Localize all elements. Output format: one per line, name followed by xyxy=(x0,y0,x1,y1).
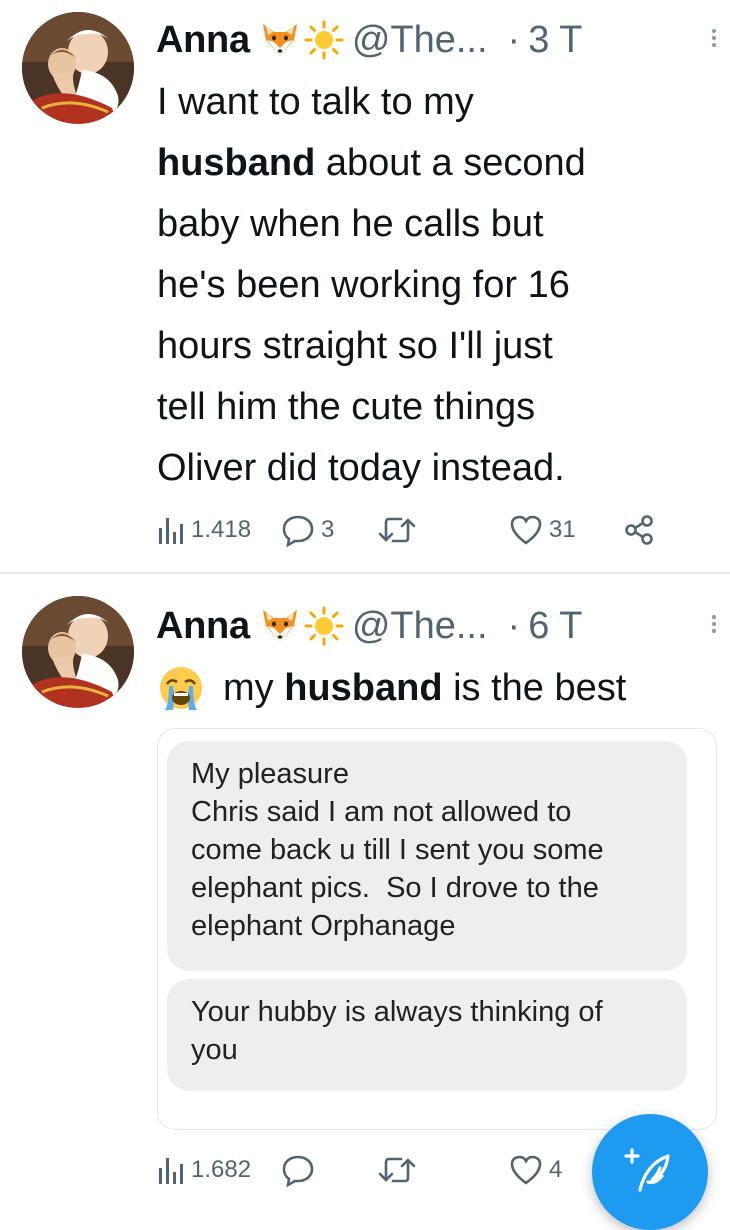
bar-chart-icon xyxy=(159,1158,183,1184)
views-count: 1.682 xyxy=(191,1156,252,1183)
tweet-text-line: he's been working for 16 xyxy=(157,264,570,306)
tweet-text-line: husband about a second xyxy=(157,133,717,194)
tweet-text: my husband is the best xyxy=(157,662,626,714)
avatar-image xyxy=(22,596,134,708)
more-options-icon[interactable] xyxy=(710,26,718,54)
message-bubble: Your hubby is always thinking of you xyxy=(167,979,687,1091)
text-fragment: about a second xyxy=(315,142,586,184)
avatar[interactable] xyxy=(22,12,134,124)
message-line: come back u till I sent you some xyxy=(191,834,604,866)
views-button[interactable]: 1.418 xyxy=(157,510,251,550)
like-button[interactable]: 4 xyxy=(509,1150,562,1190)
heart-icon xyxy=(510,515,542,545)
handle[interactable]: @The... xyxy=(352,605,488,648)
share-button[interactable] xyxy=(623,510,655,550)
retweet-button[interactable] xyxy=(377,1150,423,1190)
avatar-image xyxy=(22,12,134,124)
reply-button[interactable]: 3 xyxy=(281,510,334,550)
tweet-header: Anna @The... · 6 T xyxy=(156,600,582,652)
text-fragment: is the best xyxy=(442,666,627,709)
message-bubble: My pleasure Chris said I am not allowed … xyxy=(167,741,687,971)
text-fragment: my xyxy=(223,666,285,709)
tweet-2[interactable]: Anna @The... · 6 T my husband is the bes… xyxy=(0,574,730,1230)
fox-emoji-icon xyxy=(260,606,300,646)
message-line: Chris said I am not allowed to xyxy=(191,796,572,828)
tweet-text: I want to talk to my husband about a sec… xyxy=(157,72,717,499)
tweet-text-line: hours straight so I'll just xyxy=(157,325,553,367)
handle[interactable]: @The... xyxy=(352,19,488,62)
sun-emoji-icon xyxy=(304,20,344,60)
fox-emoji-icon xyxy=(260,20,300,60)
speech-bubble-icon xyxy=(282,1155,314,1187)
feather-plus-icon xyxy=(624,1148,670,1192)
bold-word: husband xyxy=(284,666,443,709)
views-count: 1.418 xyxy=(191,516,252,543)
tweet-header: Anna @The... · 3 T xyxy=(156,14,582,66)
share-icon xyxy=(625,515,653,545)
avatar[interactable] xyxy=(22,596,134,708)
tweet-text-line: I want to talk to my xyxy=(157,81,474,123)
message-line: elephant Orphanage xyxy=(191,910,456,942)
message-line: you xyxy=(191,1034,238,1066)
separator-dot: · xyxy=(507,604,521,647)
retweet-icon xyxy=(378,1157,416,1183)
views-button[interactable]: 1.682 xyxy=(157,1150,251,1190)
message-line: Your hubby is always thinking of xyxy=(191,996,603,1028)
attached-image[interactable]: My pleasure Chris said I am not allowed … xyxy=(157,728,717,1130)
tweet-text-line: baby when he calls but xyxy=(157,203,544,245)
reply-count: 3 xyxy=(321,516,335,543)
message-line: My pleasure xyxy=(191,758,349,790)
heart-icon xyxy=(510,1155,542,1185)
retweet-button[interactable] xyxy=(377,510,423,550)
timestamp[interactable]: 6 T xyxy=(528,605,582,648)
retweet-icon xyxy=(378,517,416,543)
tweet-text-line: tell him the cute things xyxy=(157,386,536,428)
tweet-text-line: Oliver did today instead. xyxy=(157,447,565,489)
message-line: elephant pics. So I drove to the xyxy=(191,872,599,904)
tweet-1[interactable]: Anna @The... · 3 T I want to talk to my … xyxy=(0,0,730,572)
compose-tweet-button[interactable] xyxy=(592,1114,708,1230)
sun-emoji-icon xyxy=(304,606,344,646)
more-options-icon[interactable] xyxy=(710,612,718,640)
reply-button[interactable] xyxy=(281,1150,321,1190)
like-count: 4 xyxy=(549,1156,563,1183)
loudly-crying-face-icon xyxy=(157,664,205,712)
separator-dot: · xyxy=(507,18,521,61)
timestamp[interactable]: 3 T xyxy=(528,19,582,62)
like-count: 31 xyxy=(549,516,576,543)
bar-chart-icon xyxy=(159,518,183,544)
speech-bubble-icon xyxy=(282,515,314,547)
bold-word: husband xyxy=(157,142,316,184)
display-name[interactable]: Anna xyxy=(156,605,250,648)
tweet-actions: 1.418 3 31 xyxy=(157,510,717,550)
display-name[interactable]: Anna xyxy=(156,19,250,62)
like-button[interactable]: 31 xyxy=(509,510,576,550)
